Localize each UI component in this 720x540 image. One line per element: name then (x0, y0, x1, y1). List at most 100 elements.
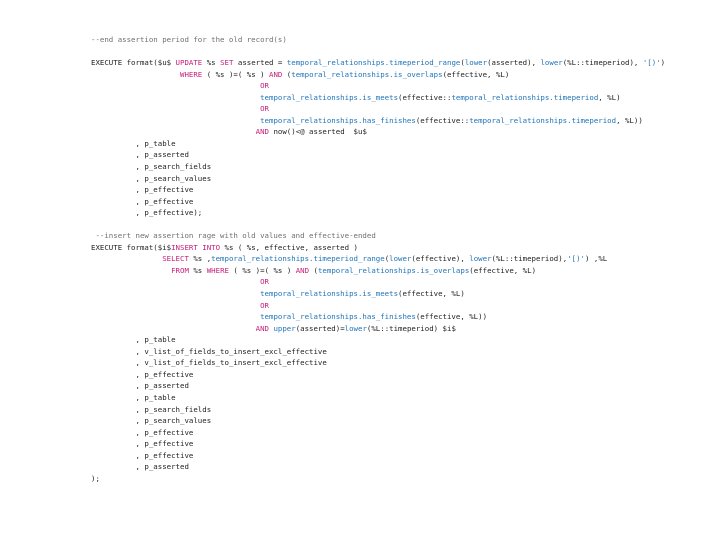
code-token-keyword: SELECT (162, 254, 189, 264)
code-token-keyword: OR (260, 104, 269, 114)
code-token-plain: , p_search_fields (135, 162, 212, 172)
code-token-keyword: WHERE (180, 69, 203, 79)
code-token-string: '[)' (567, 254, 585, 264)
code-token-plain: , v_list_of_fields_to_insert_excl_effect… (135, 358, 327, 368)
code-token-plain: , p_effective (135, 427, 194, 437)
code-token-plain: , p_search_values (135, 416, 212, 426)
code-line: temporal_relationships.is_meets(effectiv… (91, 288, 665, 300)
code-token-plain: (effective), (411, 254, 470, 264)
code-block: --end assertion period for the old recor… (91, 34, 665, 484)
code-token-plain: (%L::timeperiod) $i$ (366, 323, 456, 333)
code-line: --insert new assertion rage with old val… (91, 230, 665, 242)
code-token-plain: , p_table (135, 392, 176, 402)
code-token-plain: , p_effective (135, 439, 194, 449)
code-token-plain: (effective, %L)) (415, 312, 488, 322)
code-line: temporal_relationships.is_meets(effectiv… (91, 92, 665, 104)
code-line: AND now()<@ asserted $u$ (91, 126, 665, 138)
code-token-plain: , p_effective (135, 369, 194, 379)
code-token-keyword: AND (255, 127, 269, 137)
code-token-plain: ( (309, 265, 318, 275)
code-token-plain: , p_asserted (135, 462, 189, 472)
code-token-function: temporal_relationships.timeperiod_range (286, 58, 461, 68)
code-line: , v_list_of_fields_to_insert_excl_effect… (91, 346, 665, 358)
code-token-plain: EXECUTE format($i$ (91, 242, 172, 252)
code-token-plain: (effective, %L) (442, 69, 510, 79)
code-line: OR (91, 80, 665, 92)
code-token-function: temporal_relationships.is_meets (260, 92, 399, 102)
code-token-plain: ) (660, 58, 666, 68)
code-token-keyword: FROM (171, 265, 189, 275)
code-token-keyword: AND (255, 323, 269, 333)
code-token-plain: (%L::timeperiod), (562, 58, 643, 68)
code-token-function: temporal_relationships.is_meets (260, 289, 399, 299)
code-token-function: lower (469, 254, 492, 264)
code-token-keyword: UPDATE (175, 58, 203, 68)
code-token-string: '[)' (642, 58, 661, 68)
code-token-function: temporal_relationships.is_overlaps (291, 69, 443, 79)
code-token-plain: (effective, %L) (398, 289, 465, 299)
code-token-plain: , p_effective (135, 450, 194, 460)
code-line: OR (91, 300, 665, 312)
code-token-keyword: WHERE (206, 265, 229, 275)
code-token-function: upper (273, 323, 296, 333)
code-line: , p_effective (91, 450, 665, 462)
code-token-plain: , p_effective (135, 196, 194, 206)
code-token-function: lower (389, 254, 412, 264)
code-token-plain: now()<@ asserted $u$ (269, 127, 367, 137)
code-token-plain: ); (91, 473, 100, 483)
code-line: , p_effective (91, 196, 665, 208)
code-token-function: temporal_relationships.timeperiod (469, 115, 617, 125)
code-token-comment: --insert new assertion rage with old val… (95, 231, 376, 241)
code-token-plain: , p_search_fields (135, 404, 212, 414)
code-token-plain: ) ,%L (584, 254, 608, 264)
code-token-keyword: OR (260, 81, 269, 91)
code-token-plain: , %L) (598, 92, 621, 102)
code-token-plain: , p_asserted (135, 381, 189, 391)
code-line: , p_table (91, 138, 665, 150)
code-line: temporal_relationships.has_finishes(effe… (91, 115, 665, 127)
code-line: temporal_relationships.has_finishes(effe… (91, 311, 665, 323)
code-token-plain: %s (188, 265, 207, 275)
code-line: , p_asserted (91, 461, 665, 473)
code-token-plain: ( (282, 69, 292, 79)
code-token-plain: %s ( %s, effective, asserted ) (220, 242, 358, 252)
code-line: OR (91, 103, 665, 115)
code-line: SELECT %s ,temporal_relationships.timepe… (91, 253, 665, 265)
code-token-plain: (effective:: (398, 92, 452, 102)
code-token-comment: --end assertion period for the old recor… (91, 35, 287, 44)
code-token-function: temporal_relationships.timeperiod (451, 92, 599, 102)
code-line: , p_effective); (91, 207, 665, 219)
code-line: EXECUTE format($u$ UPDATE %s SET asserte… (91, 57, 665, 69)
code-line: , p_effective (91, 438, 665, 450)
code-line: , p_search_fields (91, 161, 665, 173)
code-token-plain: , p_asserted (135, 150, 189, 160)
code-token-plain: , %L)) (616, 115, 643, 125)
code-token-plain: EXECUTE format($u$ (91, 58, 176, 68)
code-line: , p_effective (91, 369, 665, 381)
